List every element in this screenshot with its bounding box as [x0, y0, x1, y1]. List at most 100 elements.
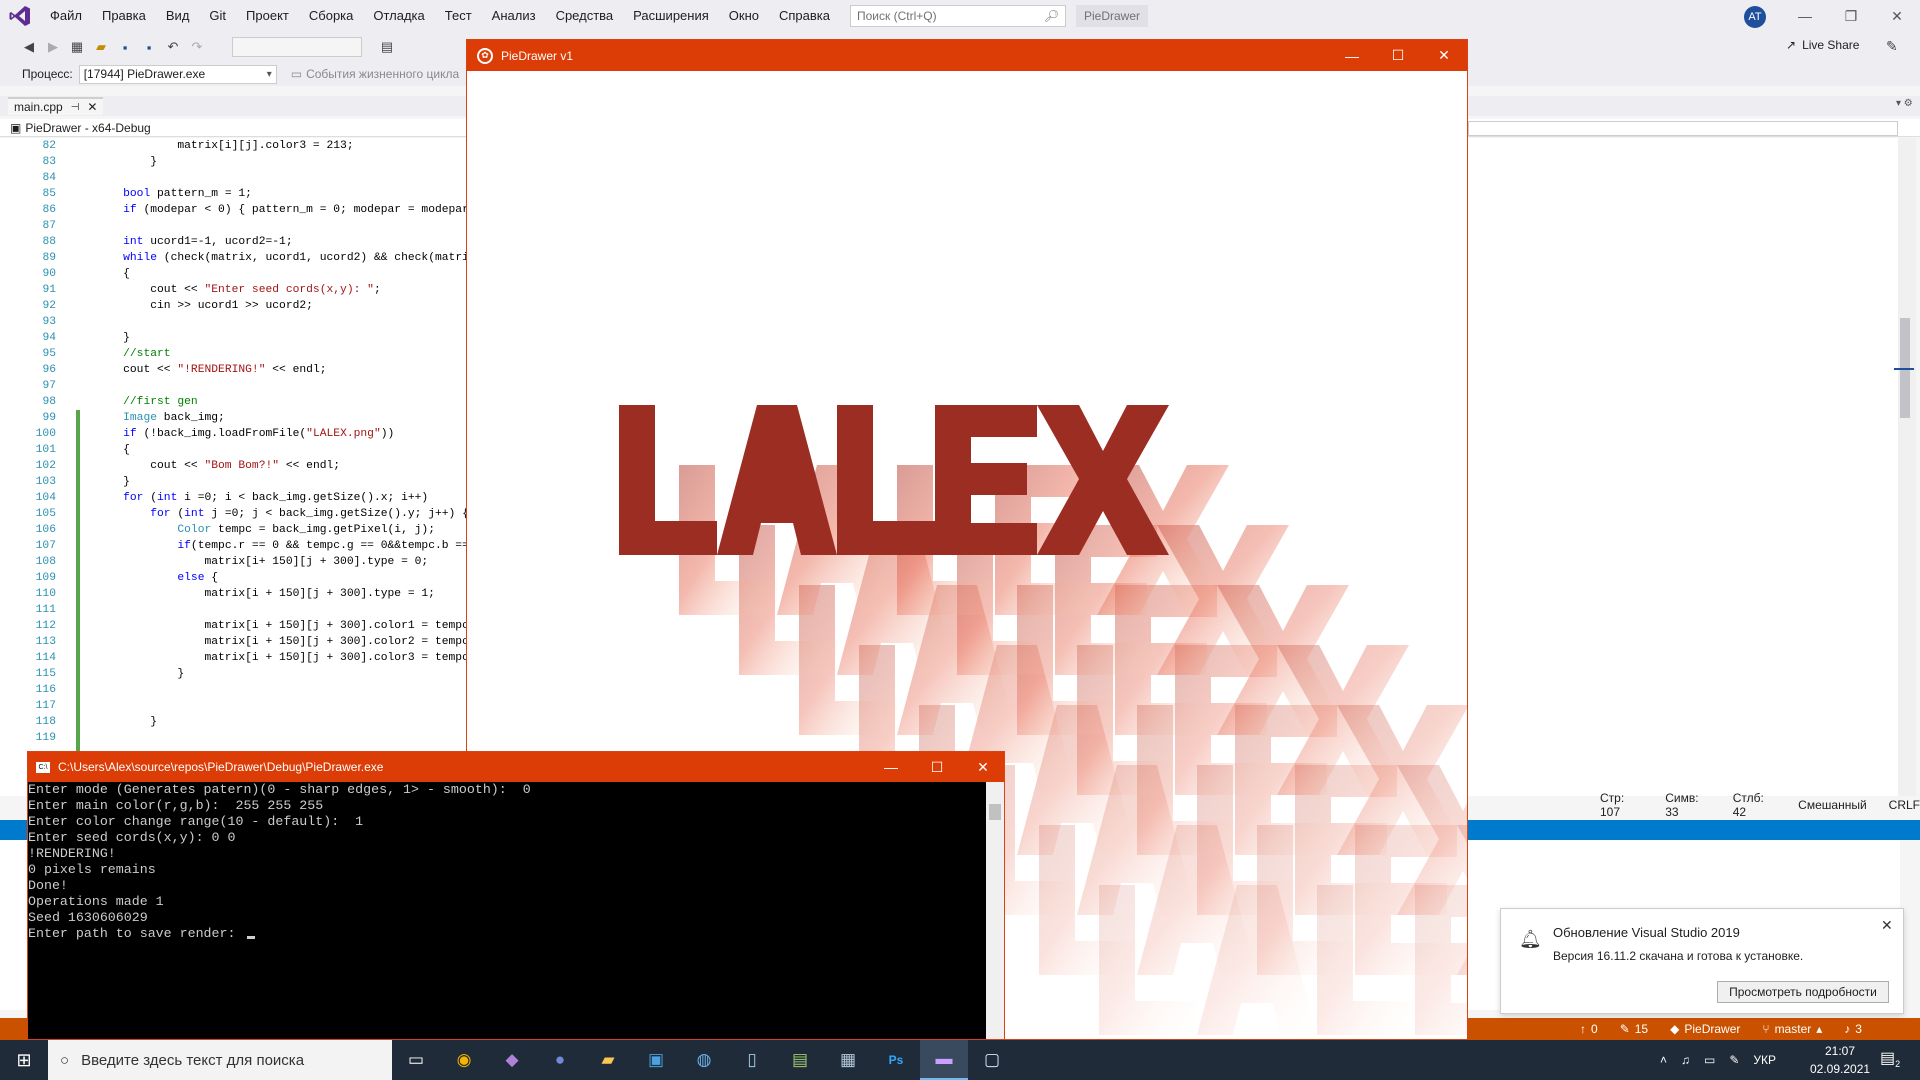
live-share-button[interactable]: ↗ Live Share: [1786, 38, 1859, 52]
member-dropdown[interactable]: [1468, 121, 1898, 136]
code-line[interactable]: Color tempc = back_img.getPixel(i, j);: [96, 522, 476, 538]
language-indicator[interactable]: УКР: [1753, 1053, 1776, 1067]
code-line[interactable]: matrix[i+ 150][j + 300].type = 0;: [96, 554, 476, 570]
code-line[interactable]: [96, 682, 476, 698]
tab-list-dropdown-icon[interactable]: ▾ ⚙: [1896, 98, 1913, 109]
code-line[interactable]: cout << "Bom Bom?!" << endl;: [96, 458, 476, 474]
menu-item-4[interactable]: Проект: [236, 0, 299, 32]
code-line[interactable]: if(tempc.r == 0 && tempc.g == 0&&tempc.b…: [96, 538, 476, 554]
new-project-icon[interactable]: ▦: [68, 38, 86, 56]
code-line[interactable]: [96, 602, 476, 618]
store-icon[interactable]: ▣: [632, 1040, 680, 1080]
close-icon[interactable]: ✕: [1874, 0, 1920, 32]
piedrawer-titlebar[interactable]: ✿ PieDrawer v1: [467, 40, 1467, 71]
tab-main-cpp[interactable]: main.cpp ⊣ ✕: [8, 97, 104, 115]
code-line[interactable]: if (!back_img.loadFromFile("LALEX.png")): [96, 426, 476, 442]
globe-icon[interactable]: ◍: [680, 1040, 728, 1080]
console-task-icon[interactable]: ▬: [920, 1040, 968, 1080]
taskbar-search[interactable]: ○ Введите здесь текст для поиска: [48, 1040, 392, 1080]
close-icon[interactable]: ✕: [1881, 917, 1893, 934]
search-box[interactable]: Поиск (Ctrl+Q) 🔎︎: [849, 5, 1066, 27]
file-explorer-icon[interactable]: ▰: [584, 1040, 632, 1080]
code-line[interactable]: }: [96, 714, 476, 730]
network-icon[interactable]: ▭: [1704, 1053, 1715, 1067]
status-repo[interactable]: ◆ PieDrawer: [1670, 1022, 1740, 1036]
menu-item-0[interactable]: Файл: [40, 0, 92, 32]
document-icon[interactable]: ▯: [728, 1040, 776, 1080]
save-all-icon[interactable]: ▪: [140, 38, 158, 56]
configuration-select[interactable]: [232, 37, 362, 57]
code-line[interactable]: //start: [96, 346, 476, 362]
status-branch[interactable]: ⑂ master ▴: [1762, 1022, 1822, 1036]
code-line[interactable]: //first gen: [96, 394, 476, 410]
close-tab-icon[interactable]: ✕: [87, 100, 97, 114]
minimize-icon[interactable]: —: [1329, 40, 1375, 71]
undo-icon[interactable]: ↶: [164, 38, 182, 56]
menu-item-3[interactable]: Git: [199, 0, 236, 32]
code-line[interactable]: matrix[i + 150][j + 300].color1 = tempc.: [96, 618, 476, 634]
action-center-icon[interactable]: ▤2: [1880, 1048, 1900, 1069]
restore-icon[interactable]: ❐: [1828, 0, 1874, 32]
console-scrollbar[interactable]: [986, 782, 1004, 1039]
close-icon[interactable]: ✕: [960, 752, 1004, 782]
task-view-icon[interactable]: ▭: [392, 1040, 440, 1080]
status-errors[interactable]: ↑ 0: [1580, 1022, 1598, 1036]
clock[interactable]: 21:07 02.09.2021: [1810, 1042, 1870, 1078]
code-line[interactable]: bool pattern_m = 1;: [96, 186, 476, 202]
column-indicator[interactable]: Стлб: 42: [1733, 791, 1776, 819]
chrome-icon[interactable]: ◉: [440, 1040, 488, 1080]
editor-scrollbar[interactable]: [1898, 138, 1916, 798]
minimize-icon[interactable]: —: [1782, 0, 1828, 32]
code-line[interactable]: [96, 314, 476, 330]
code-text[interactable]: matrix[i][j].color3 = 213; } bool patter…: [96, 138, 476, 746]
line-indicator[interactable]: Стр: 107: [1600, 791, 1643, 819]
project-scope[interactable]: PieDrawer - x64-Debug: [25, 121, 150, 135]
code-line[interactable]: }: [96, 330, 476, 346]
status-changes[interactable]: ✎ 15: [1620, 1022, 1648, 1036]
code-line[interactable]: matrix[i + 150][j + 300].color3 = tempc.: [96, 650, 476, 666]
menu-item-5[interactable]: Сборка: [299, 0, 364, 32]
menu-item-12[interactable]: Справка: [769, 0, 840, 32]
open-file-icon[interactable]: ▰: [92, 38, 110, 56]
piedrawer-task-icon[interactable]: ▢: [968, 1040, 1016, 1080]
process-select[interactable]: [17944] PieDrawer.exe: [78, 64, 277, 84]
code-line[interactable]: {: [96, 442, 476, 458]
save-icon[interactable]: ▪: [116, 38, 134, 56]
console-scroll-thumb[interactable]: [989, 804, 1001, 820]
visual-studio-logo-icon[interactable]: [0, 0, 40, 32]
photoshop-icon[interactable]: Ps: [872, 1040, 920, 1080]
code-line[interactable]: for (int j =0; j < back_img.getSize().y;…: [96, 506, 476, 522]
close-icon[interactable]: ✕: [1421, 40, 1467, 71]
windows-start-icon[interactable]: ⊞: [0, 1040, 48, 1080]
lifecycle-events[interactable]: ▭ События жизненного цикла: [291, 67, 459, 81]
code-line[interactable]: matrix[i][j].color3 = 213;: [96, 138, 476, 154]
console-output[interactable]: Enter mode (Generates patern)(0 - sharp …: [28, 782, 986, 1039]
menu-item-11[interactable]: Окно: [719, 0, 769, 32]
forward-icon[interactable]: ▶: [44, 38, 62, 56]
code-line[interactable]: int ucord1=-1, ucord2=-1;: [96, 234, 476, 250]
whitespace-indicator[interactable]: Смешанный: [1798, 798, 1866, 812]
code-line[interactable]: [96, 378, 476, 394]
code-line[interactable]: }: [96, 474, 476, 490]
code-line[interactable]: Image back_img;: [96, 410, 476, 426]
menu-item-1[interactable]: Правка: [92, 0, 156, 32]
code-line[interactable]: {: [96, 266, 476, 282]
menu-item-9[interactable]: Средства: [546, 0, 624, 32]
menu-item-2[interactable]: Вид: [156, 0, 200, 32]
code-line[interactable]: while (check(matrix, ucord1, ucord2) && …: [96, 250, 476, 266]
discord-icon[interactable]: ●: [536, 1040, 584, 1080]
code-line[interactable]: }: [96, 154, 476, 170]
visual-studio-icon[interactable]: ◆: [488, 1040, 536, 1080]
volume-icon[interactable]: ♫: [1681, 1053, 1690, 1067]
code-line[interactable]: cin >> ucord1 >> ucord2;: [96, 298, 476, 314]
code-line[interactable]: else {: [96, 570, 476, 586]
code-line[interactable]: if (modepar < 0) { pattern_m = 0; modepa…: [96, 202, 476, 218]
code-line[interactable]: [96, 170, 476, 186]
symbol-indicator[interactable]: Симв: 33: [1665, 791, 1710, 819]
code-line[interactable]: cout << "!RENDERING!" << endl;: [96, 362, 476, 378]
feedback-icon[interactable]: ✎: [1886, 38, 1898, 55]
pin-icon[interactable]: ⊣: [71, 102, 80, 113]
menu-item-10[interactable]: Расширения: [623, 0, 719, 32]
code-line[interactable]: [96, 730, 476, 746]
menu-item-8[interactable]: Анализ: [482, 0, 546, 32]
